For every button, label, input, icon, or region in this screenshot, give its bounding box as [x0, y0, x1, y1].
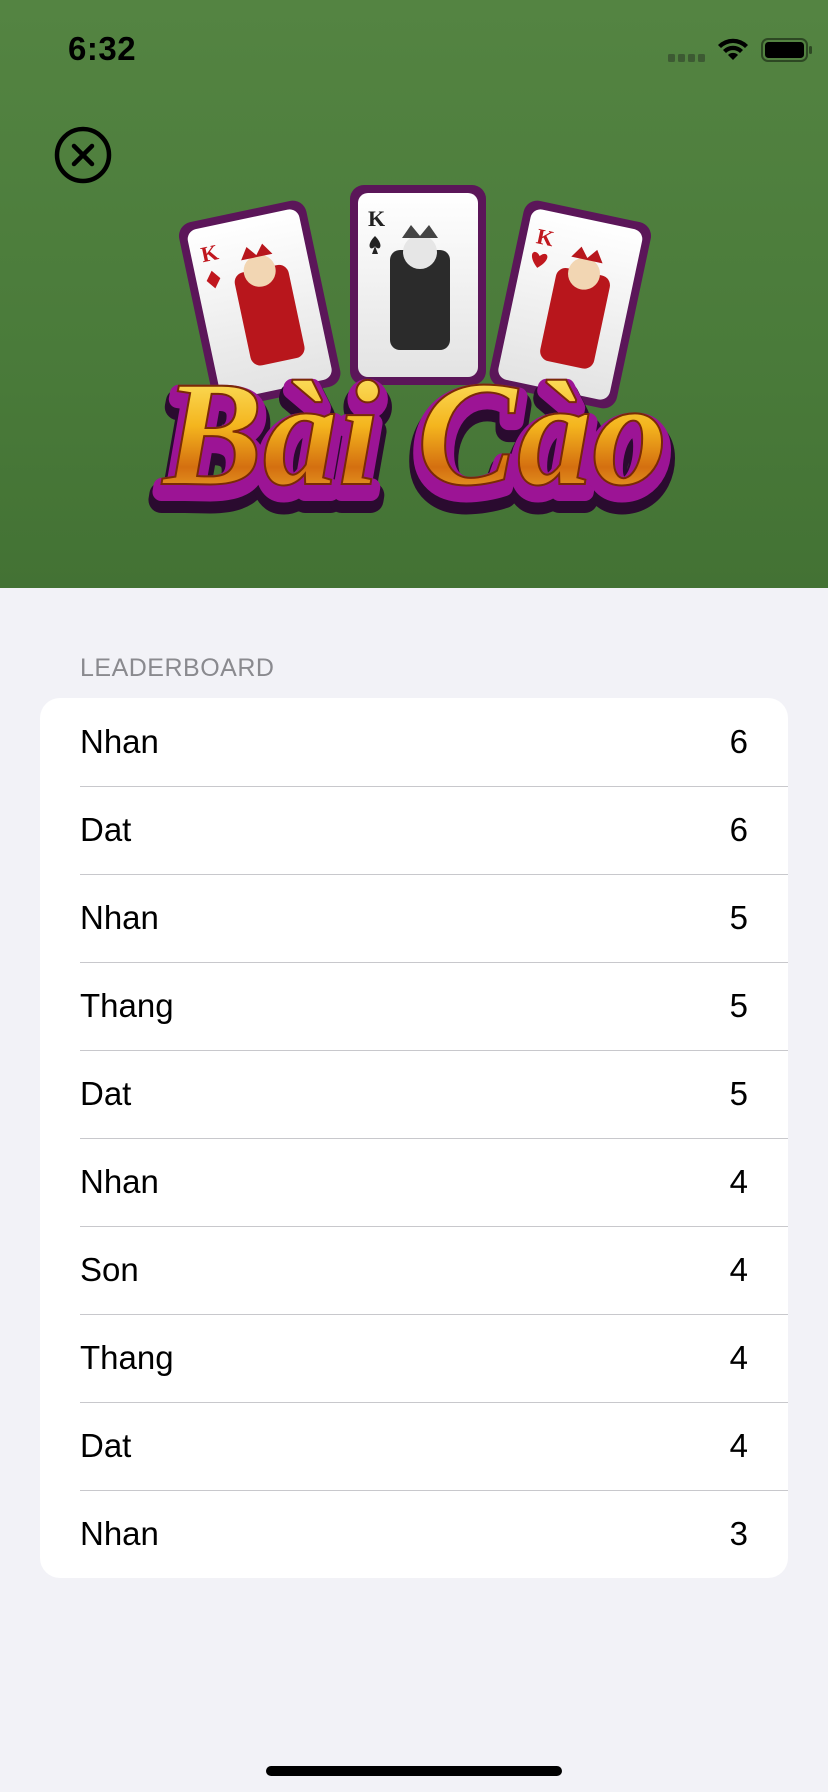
wifi-icon [718, 38, 748, 60]
table-row[interactable]: Nhan 6 [40, 698, 788, 786]
svg-text:K: K [368, 206, 385, 231]
player-name: Dat [80, 1075, 132, 1112]
player-score: 4 [729, 1339, 748, 1376]
player-name: Nhan [80, 1515, 159, 1552]
leaderboard-section-title: LEADERBOARD [80, 654, 275, 682]
player-name: Dat [80, 811, 132, 848]
table-row[interactable]: Dat 4 [40, 1402, 788, 1490]
table-row[interactable]: Thang 5 [40, 962, 788, 1050]
table-row[interactable]: Nhan 3 [40, 1490, 788, 1578]
player-name: Thang [80, 1339, 174, 1376]
table-row[interactable]: Son 4 [40, 1226, 788, 1314]
player-name: Thang [80, 987, 174, 1024]
player-name: Dat [80, 1427, 132, 1464]
player-score: 3 [729, 1515, 748, 1552]
header-banner: 6:32 K K K Bài Cào Bài Cào Bài Cào [0, 0, 828, 588]
signal-icon [668, 54, 705, 62]
player-name: Nhan [80, 899, 159, 936]
table-row[interactable]: Nhan 5 [40, 874, 788, 962]
status-time: 6:32 [68, 30, 137, 67]
player-score: 4 [729, 1251, 748, 1288]
player-score: 5 [729, 1075, 748, 1112]
player-score: 4 [729, 1163, 748, 1200]
table-row[interactable]: Thang 4 [40, 1314, 788, 1402]
player-score: 5 [729, 899, 748, 936]
close-icon[interactable] [54, 126, 112, 184]
leaderboard-list: Nhan 6 Dat 6 Nhan 5 Thang 5 Dat 5 Nhan 4… [40, 698, 788, 1578]
battery-icon [761, 38, 812, 62]
logo-title: Bài Cào Bài Cào Bài Cào [148, 350, 680, 546]
player-score: 6 [729, 811, 748, 848]
status-bar: 6:32 [0, 0, 828, 100]
table-row[interactable]: Dat 6 [40, 786, 788, 874]
player-score: 6 [729, 723, 748, 760]
svg-text:Bài Cào: Bài Cào [161, 351, 667, 517]
player-name: Nhan [80, 1163, 159, 1200]
home-indicator[interactable] [266, 1766, 562, 1776]
player-name: Nhan [80, 723, 159, 760]
player-name: Son [80, 1251, 139, 1288]
player-score: 5 [729, 987, 748, 1024]
player-score: 4 [729, 1427, 748, 1464]
game-logo: K K K Bài Cào Bài Cào Bài Cào [148, 185, 680, 546]
table-row[interactable]: Nhan 4 [40, 1138, 788, 1226]
table-row[interactable]: Dat 5 [40, 1050, 788, 1138]
